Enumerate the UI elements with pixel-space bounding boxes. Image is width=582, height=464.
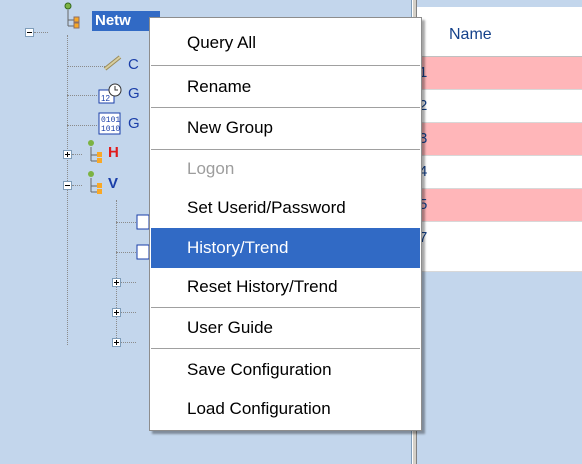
list-row[interactable]: 7 xyxy=(417,222,582,272)
group-icon xyxy=(83,170,103,199)
tree-connector xyxy=(72,185,82,186)
tree-node-label[interactable]: G xyxy=(128,85,140,102)
link-icon xyxy=(102,53,124,76)
tree-connector xyxy=(34,32,48,33)
menu-item-rename[interactable]: Rename xyxy=(151,67,420,107)
tree-connector xyxy=(67,125,97,126)
binary-icon xyxy=(136,242,150,265)
list-row[interactable]: 3 xyxy=(417,123,582,156)
tree-connector xyxy=(67,95,97,96)
menu-item-history-trend[interactable]: History/Trend xyxy=(151,228,420,268)
group-icon xyxy=(83,139,103,168)
context-menu: Query All Rename New Group Logon Set Use… xyxy=(149,17,422,431)
menu-item-set-userid-password[interactable]: Set Userid/Password xyxy=(151,188,420,228)
schedule-icon: 12 xyxy=(98,82,124,109)
list-row[interactable]: 5 xyxy=(417,189,582,222)
menu-separator xyxy=(151,348,420,349)
menu-item-save-configuration[interactable]: Save Configuration xyxy=(151,350,420,390)
network-icon xyxy=(58,2,80,33)
svg-text:0101: 0101 xyxy=(101,116,120,125)
tree-connector xyxy=(72,154,82,155)
tree-node-label[interactable]: V xyxy=(108,175,118,192)
list-pane: Name 1 2 3 4 5 7 xyxy=(417,0,582,464)
expand-toggle[interactable] xyxy=(112,308,121,317)
tree-connector xyxy=(116,252,136,253)
schedule-icon xyxy=(136,212,150,235)
tree-node-label[interactable]: C xyxy=(128,56,139,73)
list-row[interactable]: 2 xyxy=(417,90,582,123)
tree-connector xyxy=(121,312,136,313)
menu-item-reset-history-trend[interactable]: Reset History/Trend xyxy=(151,267,420,307)
svg-text:1010: 1010 xyxy=(101,125,120,134)
list-header: Name xyxy=(417,7,582,57)
list-row[interactable]: 1 xyxy=(417,57,582,90)
binary-icon: 0101 1010 xyxy=(98,112,122,139)
collapse-toggle[interactable] xyxy=(63,181,72,190)
svg-text:12: 12 xyxy=(101,94,110,103)
tree-connector xyxy=(67,35,68,345)
tree-connector xyxy=(121,282,136,283)
tree-node-label[interactable]: G xyxy=(128,115,140,132)
menu-item-logon: Logon xyxy=(187,159,235,178)
menu-item-new-group[interactable]: New Group xyxy=(151,108,420,148)
tree-node-label[interactable]: H xyxy=(108,144,119,161)
menu-item-user-guide[interactable]: User Guide xyxy=(151,308,420,348)
collapse-toggle-root[interactable] xyxy=(25,28,34,37)
tree-connector xyxy=(121,342,136,343)
expand-toggle[interactable] xyxy=(112,278,121,287)
expand-toggle[interactable] xyxy=(63,150,72,159)
tree-connector xyxy=(116,200,117,340)
menu-separator xyxy=(151,65,420,66)
menu-item-query-all[interactable]: Query All xyxy=(151,23,420,63)
menu-item-load-configuration[interactable]: Load Configuration xyxy=(151,389,420,429)
column-header-name[interactable]: Name xyxy=(449,26,492,44)
expand-toggle[interactable] xyxy=(112,338,121,347)
list-row[interactable]: 4 xyxy=(417,156,582,189)
tree-connector xyxy=(116,222,136,223)
tree-connector xyxy=(67,66,107,67)
